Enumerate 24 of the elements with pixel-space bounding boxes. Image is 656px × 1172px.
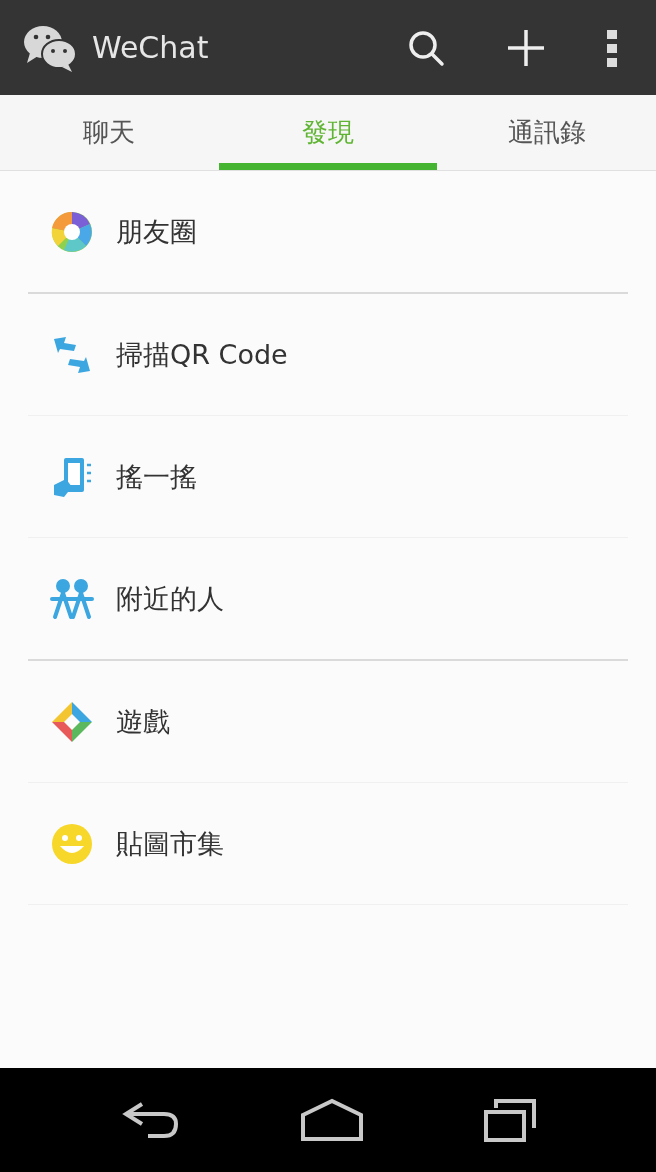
app-title: WeChat: [92, 30, 209, 65]
plus-icon[interactable]: [506, 27, 546, 68]
menu-item[interactable]: 貼圖市集: [0, 783, 656, 904]
menu-item[interactable]: 掃描QR Code: [0, 294, 656, 415]
menu-item[interactable]: 附近的人: [0, 538, 656, 659]
menu-label: 朋友圈: [116, 214, 197, 249]
two-people-icon: [50, 576, 94, 621]
menu-label: 貼圖市集: [116, 826, 224, 861]
menu-item[interactable]: 搖一搖: [0, 416, 656, 537]
menu-item[interactable]: 朋友圈: [0, 171, 656, 292]
home-icon[interactable]: [300, 1098, 364, 1142]
menu-item[interactable]: 遊戲: [0, 661, 656, 782]
tab[interactable]: 聊天: [0, 95, 219, 170]
menu-label: 掃描QR Code: [116, 337, 288, 372]
smiley-icon: [50, 821, 94, 866]
tab[interactable]: 通訊錄: [437, 95, 656, 170]
recent-apps-icon[interactable]: [484, 1098, 536, 1142]
menu-label: 搖一搖: [116, 459, 197, 494]
aperture-icon: [50, 209, 94, 254]
back-icon[interactable]: [120, 1100, 180, 1140]
menu-label: 附近的人: [116, 581, 224, 616]
diamond-pieces-icon: [50, 699, 94, 744]
menu-label: 遊戲: [116, 704, 170, 739]
more-icon[interactable]: [606, 27, 618, 68]
